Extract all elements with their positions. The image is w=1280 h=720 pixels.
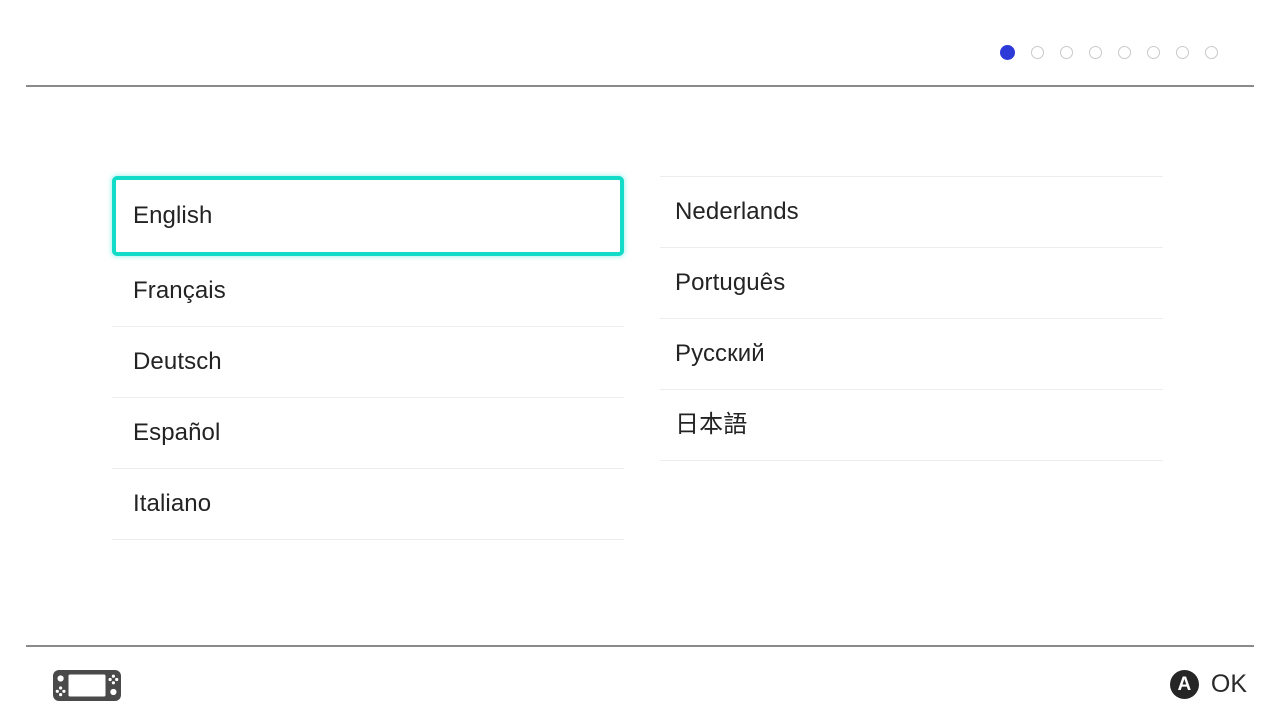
language-option-portugues[interactable]: Português: [660, 248, 1163, 319]
language-option-deutsch[interactable]: Deutsch: [112, 327, 624, 398]
nintendo-switch-console-icon: [52, 669, 122, 702]
header-divider: [26, 85, 1254, 87]
confirm-control[interactable]: A OK: [1169, 670, 1247, 699]
language-label: Italiano: [133, 490, 212, 517]
language-label: Русский: [675, 340, 765, 367]
language-label: Español: [133, 419, 221, 446]
language-column-left: English Français Deutsch Español Italian…: [112, 176, 624, 540]
language-option-francais[interactable]: Français: [112, 256, 624, 327]
pagination-dot-1[interactable]: [1000, 45, 1015, 60]
language-label: Français: [133, 277, 226, 304]
pagination-dot-3[interactable]: [1060, 46, 1073, 59]
pagination-dot-4[interactable]: [1089, 46, 1102, 59]
footer-divider: [26, 645, 1254, 647]
pagination-dots: [1000, 45, 1218, 60]
language-option-japanese[interactable]: 日本語: [660, 390, 1163, 461]
language-label: Deutsch: [133, 348, 222, 375]
language-label: Português: [675, 269, 786, 296]
language-option-nederlands[interactable]: Nederlands: [660, 177, 1163, 248]
language-option-italiano[interactable]: Italiano: [112, 469, 624, 540]
confirm-label: OK: [1210, 670, 1247, 698]
language-option-russkiy[interactable]: Русский: [660, 319, 1163, 390]
language-label: 日本語: [675, 411, 748, 438]
pagination-dot-2[interactable]: [1031, 46, 1044, 59]
language-label: Nederlands: [675, 198, 799, 225]
button-a-icon: A: [1169, 670, 1199, 699]
pagination-dot-6[interactable]: [1147, 46, 1160, 59]
language-column-right: Nederlands Português Русский 日本語: [660, 176, 1163, 461]
language-option-english[interactable]: English: [112, 176, 624, 256]
pagination-dot-7[interactable]: [1176, 46, 1189, 59]
language-option-espanol[interactable]: Español: [112, 398, 624, 469]
language-label: English: [133, 202, 213, 229]
pagination-dot-5[interactable]: [1118, 46, 1131, 59]
pagination-dot-8[interactable]: [1205, 46, 1218, 59]
